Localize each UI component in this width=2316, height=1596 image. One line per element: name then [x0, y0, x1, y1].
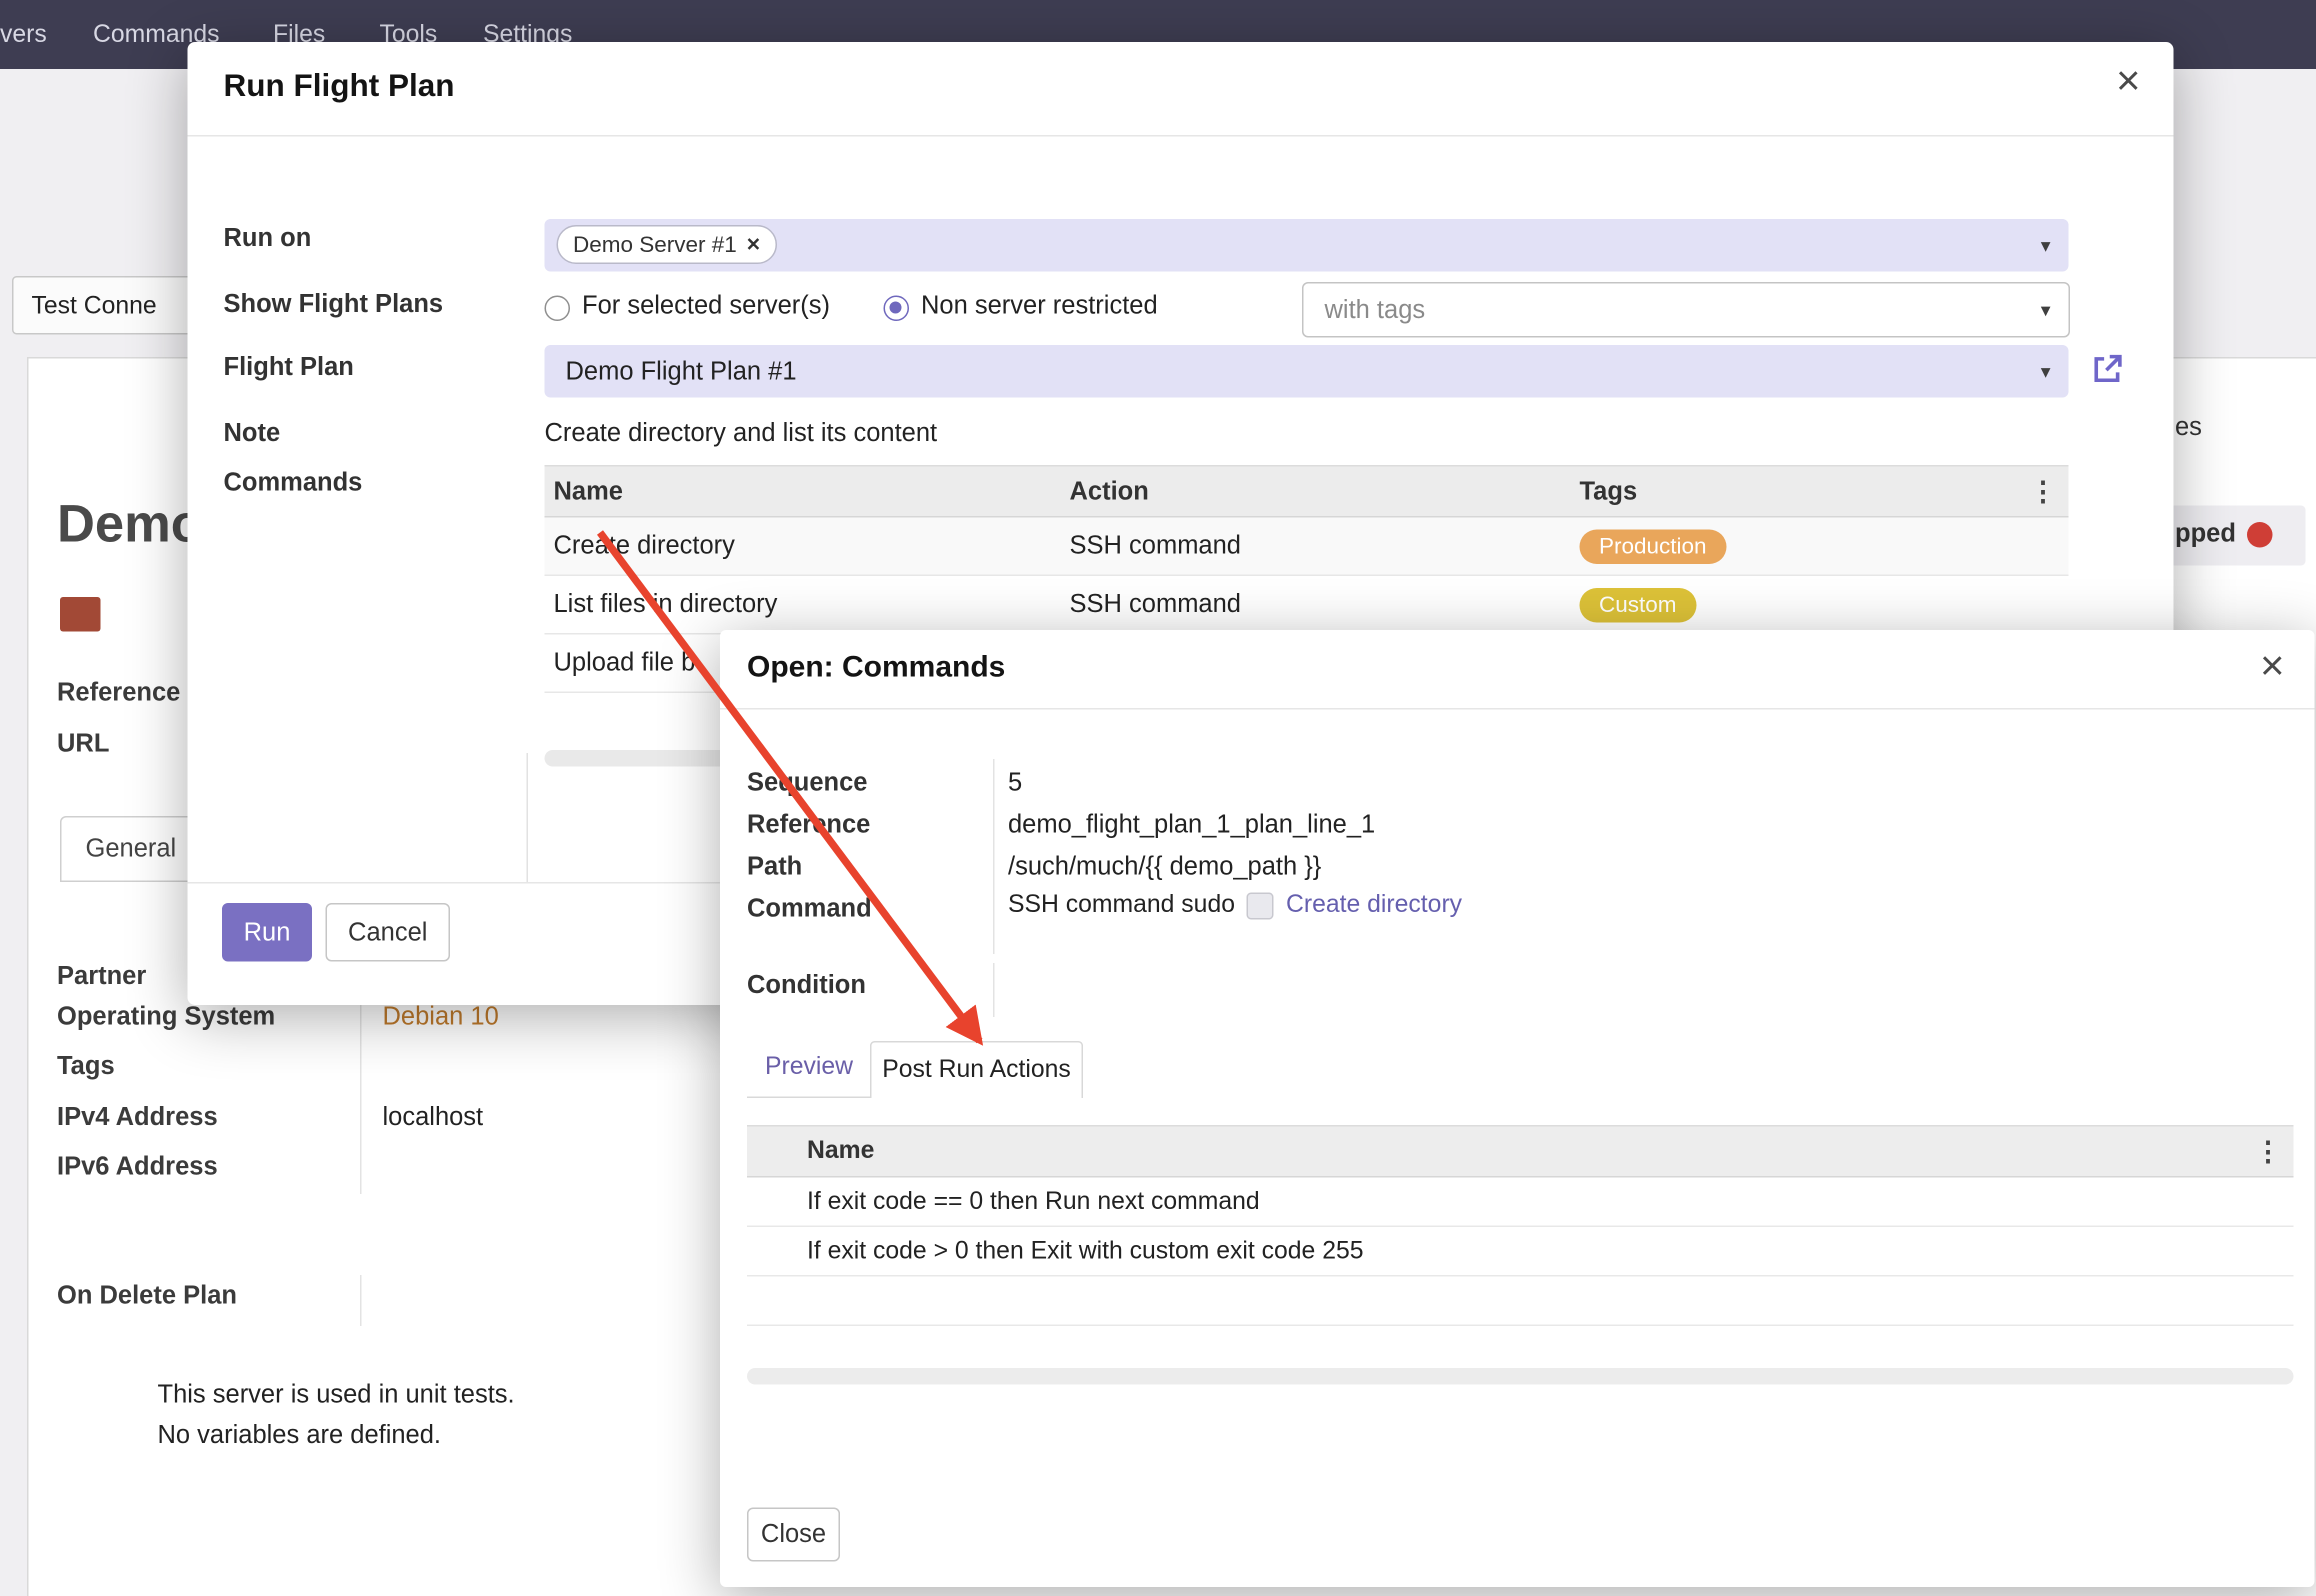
radio-for-selected-servers[interactable]: [545, 296, 571, 322]
operating-system-value[interactable]: Debian 10: [383, 1002, 499, 1032]
path-value: /such/much/{{ demo_path }}: [1008, 852, 1321, 882]
external-link-icon[interactable]: [2090, 351, 2126, 387]
commands-label: Commands: [224, 468, 363, 498]
reference-label: Reference: [57, 678, 180, 708]
nav-item-servers[interactable]: vers: [0, 0, 47, 69]
sequence-label: Sequence: [747, 768, 867, 798]
run-on-field[interactable]: Demo Server #1 ✕ ▾: [545, 219, 2069, 272]
tags-label: Tags: [57, 1052, 115, 1082]
path-label: Path: [747, 852, 802, 882]
sequence-value: 5: [1008, 768, 1022, 798]
column-separator: [993, 963, 995, 1017]
cell-tags: Production: [1571, 529, 2069, 564]
record-title: Demo: [57, 495, 203, 555]
status-text-fragment: pped: [2175, 519, 2236, 549]
ipv4-label: IPv4 Address: [57, 1103, 218, 1133]
post-run-actions-table: Name ⋮ If exit code == 0 then Run next c…: [747, 1125, 2294, 1326]
cell-name: If exit code > 0 then Exit with custom e…: [747, 1237, 2294, 1266]
run-button[interactable]: Run: [222, 903, 312, 962]
tab-post-run-actions[interactable]: Post Run Actions: [870, 1041, 1083, 1098]
table-row[interactable]: Create directory SSH command Production: [545, 518, 2069, 577]
divider: [188, 135, 2174, 137]
with-tags-select[interactable]: with tags ▾: [1302, 282, 2070, 338]
cell-tags: Custom: [1571, 587, 2069, 622]
column-separator: [993, 759, 995, 954]
tab-fragment[interactable]: es: [2175, 413, 2202, 443]
status-red-dot-icon: [2247, 522, 2273, 548]
show-flight-plans-label: Show Flight Plans: [224, 290, 444, 320]
close-icon[interactable]: ×: [2260, 645, 2285, 687]
flight-plan-select[interactable]: Demo Flight Plan #1 ▾: [545, 345, 2069, 398]
radio-for-selected-servers-label[interactable]: For selected server(s): [582, 291, 830, 321]
chevron-down-icon[interactable]: ▾: [2041, 359, 2051, 383]
chevron-down-icon[interactable]: ▾: [2041, 233, 2051, 257]
on-delete-plan-label: On Delete Plan: [57, 1281, 237, 1311]
chip-remove-icon[interactable]: ✕: [746, 234, 761, 255]
open-commands-dialog: Open: Commands × Sequence 5 Reference de…: [720, 630, 2315, 1587]
table-header-row: Name ⋮: [747, 1125, 2294, 1178]
note-label: Note: [224, 419, 281, 449]
command-value-row: SSH command sudo Create directory: [1008, 891, 1462, 920]
ipv6-label: IPv6 Address: [57, 1152, 218, 1182]
reference-label: Reference: [747, 810, 870, 840]
dialog-title: Run Flight Plan: [224, 69, 455, 105]
cell-name: List files in directory: [545, 590, 1061, 620]
radio-non-server-restricted[interactable]: [884, 296, 910, 322]
screen: vers Commands Files Tools Settings Test …: [0, 0, 2316, 1596]
note-value: Create directory and list its content: [545, 419, 938, 449]
col-header-tags[interactable]: Tags: [1571, 476, 2069, 506]
color-swatch[interactable]: [60, 597, 101, 632]
kebab-icon[interactable]: ⋮: [2255, 1136, 2282, 1168]
cell-name: Create directory: [545, 531, 1061, 561]
flight-plan-value: Demo Flight Plan #1: [566, 356, 797, 386]
radio-non-server-restricted-label[interactable]: Non server restricted: [921, 291, 1158, 321]
tab-preview[interactable]: Preview: [765, 1053, 853, 1082]
table-row[interactable]: List files in directory SSH command Cust…: [545, 576, 2069, 635]
table-row-empty: [747, 1277, 2294, 1327]
run-on-label: Run on: [224, 224, 312, 254]
flight-plan-label: Flight Plan: [224, 353, 354, 383]
operating-system-label: Operating System: [57, 1002, 275, 1032]
dialog-title: Open: Commands: [747, 651, 1005, 686]
chevron-down-icon[interactable]: ▾: [2041, 298, 2051, 322]
unit-test-note: This server is used in unit tests.: [158, 1380, 515, 1410]
condition-label: Condition: [747, 971, 866, 1001]
tag-badge[interactable]: Production: [1580, 529, 1727, 564]
close-icon[interactable]: ×: [2116, 60, 2141, 102]
checkbox[interactable]: [1247, 892, 1274, 919]
partner-label: Partner: [57, 962, 146, 992]
divider: [720, 708, 2315, 710]
create-directory-link[interactable]: Create directory: [1286, 891, 1462, 920]
reference-value: demo_flight_plan_1_plan_line_1: [1008, 810, 1375, 840]
col-header-name[interactable]: Name: [747, 1137, 2294, 1166]
command-label: Command: [747, 894, 872, 924]
cell-action: SSH command: [1061, 590, 1571, 620]
field-divider: [360, 1275, 362, 1326]
server-chip[interactable]: Demo Server #1 ✕: [557, 225, 778, 264]
cell-action: SSH command: [1061, 531, 1571, 561]
ipv4-value: localhost: [383, 1103, 484, 1133]
horizontal-scrollbar[interactable]: [747, 1368, 2294, 1385]
column-separator: [527, 753, 529, 882]
variables-note: No variables are defined.: [158, 1421, 442, 1451]
with-tags-placeholder: with tags: [1325, 295, 1426, 325]
close-button[interactable]: Close: [747, 1508, 840, 1562]
col-header-action[interactable]: Action: [1061, 476, 1571, 506]
command-value: SSH command sudo: [1008, 891, 1235, 920]
table-row[interactable]: If exit code == 0 then Run next command: [747, 1178, 2294, 1228]
server-chip-label: Demo Server #1: [573, 232, 737, 258]
kebab-icon[interactable]: ⋮: [2030, 476, 2057, 508]
cell-name: If exit code == 0 then Run next command: [747, 1187, 2294, 1216]
tag-badge[interactable]: Custom: [1580, 587, 1697, 622]
url-label: URL: [57, 729, 109, 759]
cancel-button[interactable]: Cancel: [326, 903, 451, 962]
tab-underline: [747, 1097, 870, 1099]
col-header-name[interactable]: Name: [545, 476, 1061, 506]
table-row[interactable]: If exit code > 0 then Exit with custom e…: [747, 1227, 2294, 1277]
table-header-row: Name Action Tags ⋮: [545, 465, 2069, 518]
